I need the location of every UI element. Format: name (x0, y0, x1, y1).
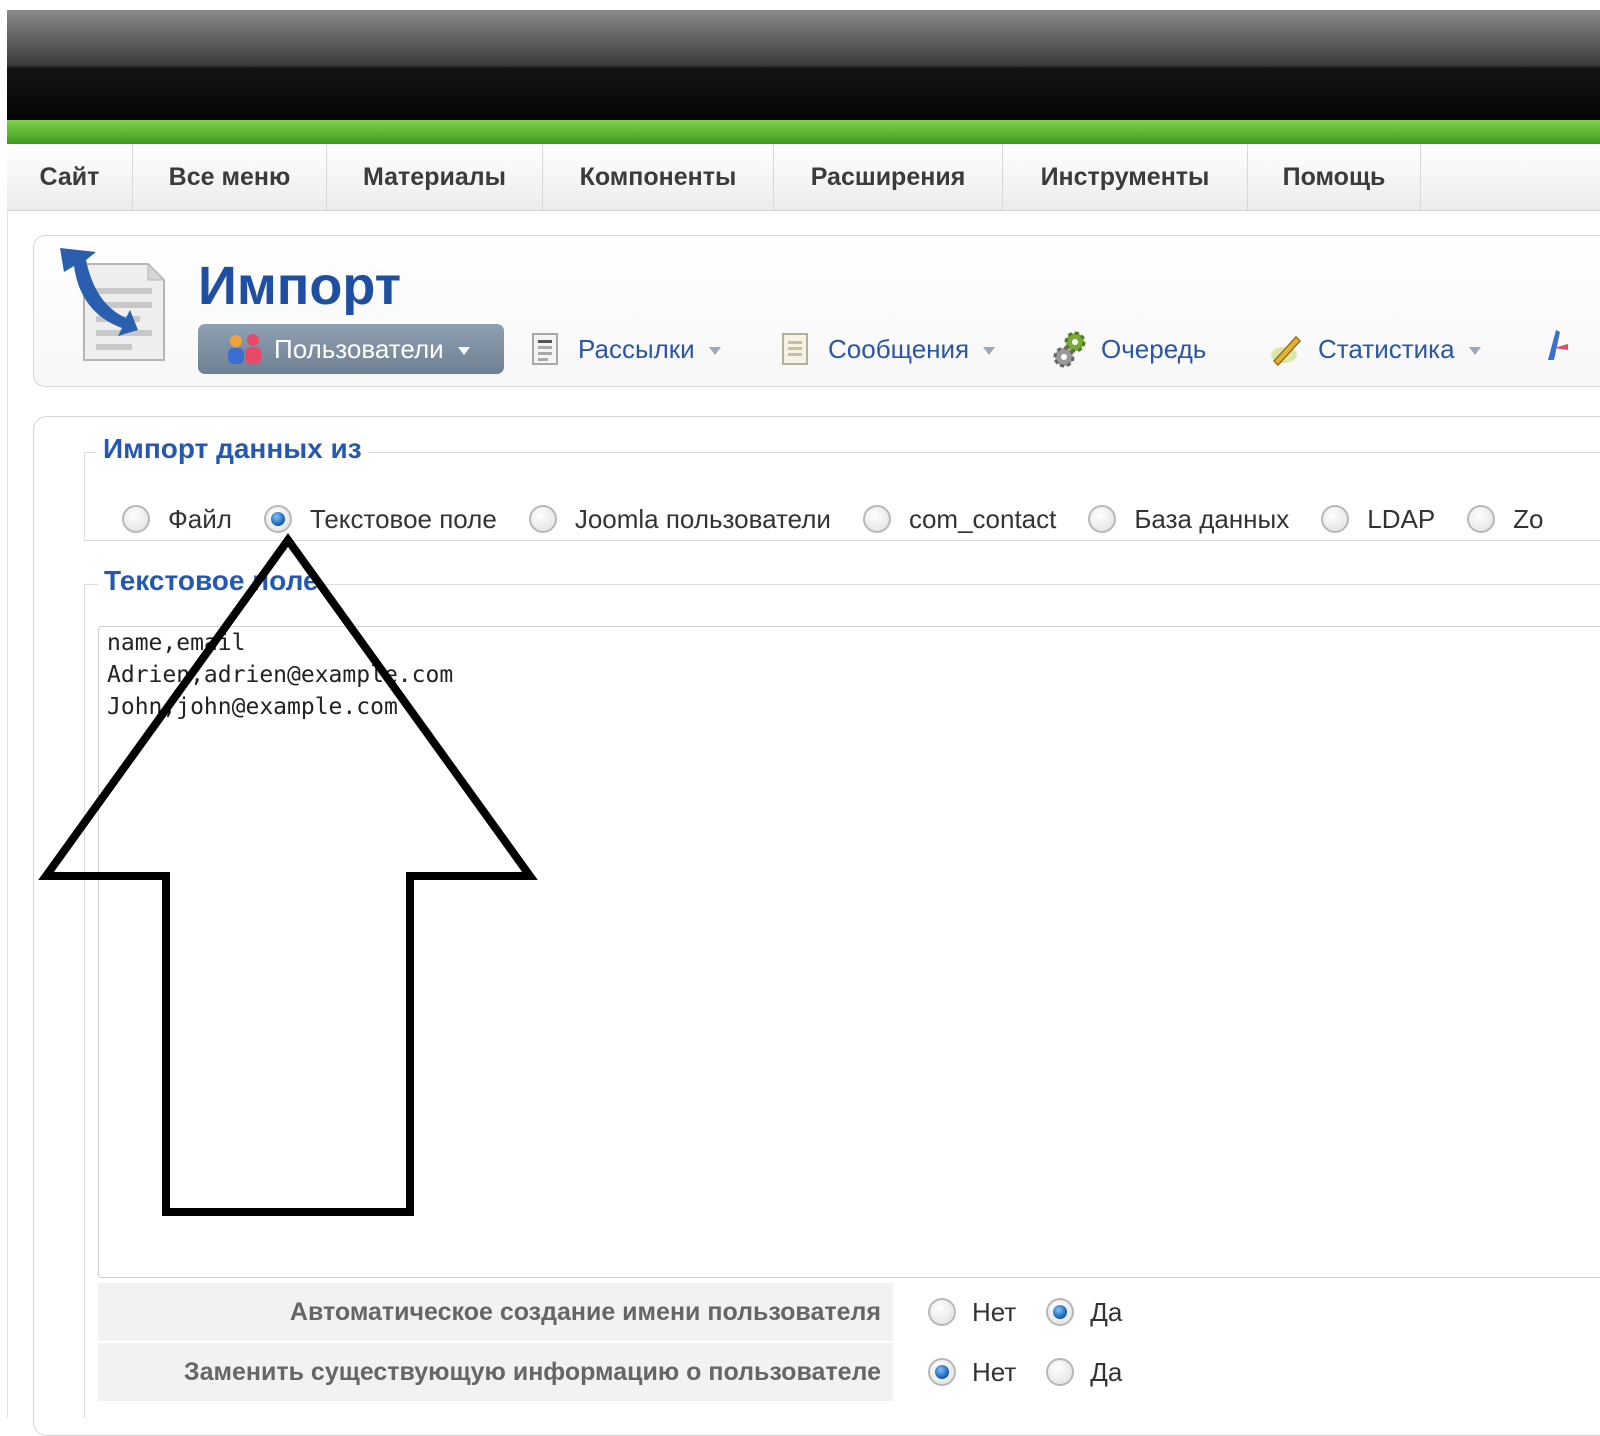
menu-extensions[interactable]: Расширения (774, 144, 1003, 210)
radio-source-database[interactable] (1088, 505, 1117, 533)
menu-all-menus[interactable]: Все меню (133, 144, 327, 210)
gears-icon (1053, 331, 1086, 368)
subnav-queue-label: Очередь (1101, 333, 1207, 364)
subnav-messages[interactable]: Сообщения (780, 324, 996, 374)
radio-label: Да (1090, 1356, 1123, 1387)
option-overwrite-user-label: Заменить существующую информацию о польз… (98, 1343, 893, 1401)
admin-top-bar (7, 10, 1600, 120)
subnav-users-button[interactable]: Пользователи (198, 324, 504, 374)
import-document-icon (60, 248, 166, 361)
chevron-down-icon (1468, 347, 1481, 355)
radio-source-joomla-users[interactable] (528, 505, 557, 533)
menu-components[interactable]: Компоненты (543, 144, 774, 210)
radio-label: Joomla пользователи (574, 503, 831, 534)
radio-label: Да (1090, 1296, 1123, 1327)
radio-label: Нет (972, 1356, 1017, 1387)
radio-source-file[interactable] (122, 505, 150, 533)
radio-label: Файл (168, 503, 232, 534)
radio-source-zoho[interactable] (1467, 505, 1496, 533)
radio-label: Текстовое поле (309, 503, 497, 534)
subnav-messages-label: Сообщения (828, 333, 970, 364)
textfield-legend: Текстовое поле (98, 565, 325, 597)
menu-site[interactable]: Сайт (7, 144, 133, 210)
chevron-down-icon (457, 347, 470, 355)
radio-auto-username-yes[interactable] (1046, 1298, 1075, 1326)
radio-label: LDAP (1367, 503, 1436, 534)
import-source-legend: Импорт данных из (97, 433, 368, 465)
radio-label: com_contact (908, 503, 1057, 534)
option-auto-username-row: Автоматическое создание имени пользовате… (98, 1283, 1600, 1341)
main-menu-bar: Сайт Все меню Материалы Компоненты Расши… (7, 144, 1600, 211)
radio-label: База данных (1134, 503, 1290, 534)
subnav-stats-label: Статистика (1318, 333, 1455, 364)
subnav-mailings-label: Рассылки (578, 333, 695, 364)
radio-label: Нет (972, 1296, 1017, 1327)
green-accent-bar (7, 120, 1600, 144)
subnav-stats[interactable]: Статистика (1268, 324, 1481, 374)
message-template-icon (782, 333, 808, 365)
page-left-edge (7, 210, 8, 1418)
newsletter-icon (532, 333, 558, 365)
option-auto-username-label: Автоматическое создание имени пользовате… (98, 1283, 893, 1341)
radio-auto-username-no[interactable] (928, 1298, 956, 1326)
users-icon (228, 334, 261, 364)
radio-label: Zo (1513, 503, 1544, 534)
statistics-pen-icon (1271, 335, 1302, 367)
chevron-down-icon (983, 347, 996, 355)
radio-source-ldap[interactable] (1321, 505, 1350, 533)
menu-help[interactable]: Помощь (1248, 144, 1421, 210)
subnav-mailings[interactable]: Рассылки (530, 324, 721, 374)
menu-tools[interactable]: Инструменты (1003, 144, 1248, 210)
page-title: Импорт (198, 256, 402, 316)
radio-overwrite-user-yes[interactable] (1046, 1358, 1075, 1386)
menu-content[interactable]: Материалы (327, 144, 543, 210)
option-overwrite-user-row: Заменить существующую информацию о польз… (98, 1343, 1600, 1401)
chevron-down-icon (708, 347, 721, 355)
radio-overwrite-user-no[interactable] (928, 1358, 956, 1386)
radio-source-textfield[interactable] (263, 505, 292, 533)
radio-source-com-contact[interactable] (862, 505, 891, 533)
subnav-more-icon[interactable] (1534, 326, 1574, 366)
source-fieldset-border (84, 452, 85, 540)
subnav-queue[interactable]: Очередь (1053, 324, 1206, 374)
import-text-area[interactable]: name,email Adrien,adrien@example.com Joh… (98, 626, 1600, 1278)
import-source-radio-group: Файл Текстовое поле Joomla пользователи … (122, 497, 1576, 541)
textfield-fieldset-border (84, 584, 85, 1418)
subnav-users-label: Пользователи (274, 333, 444, 364)
